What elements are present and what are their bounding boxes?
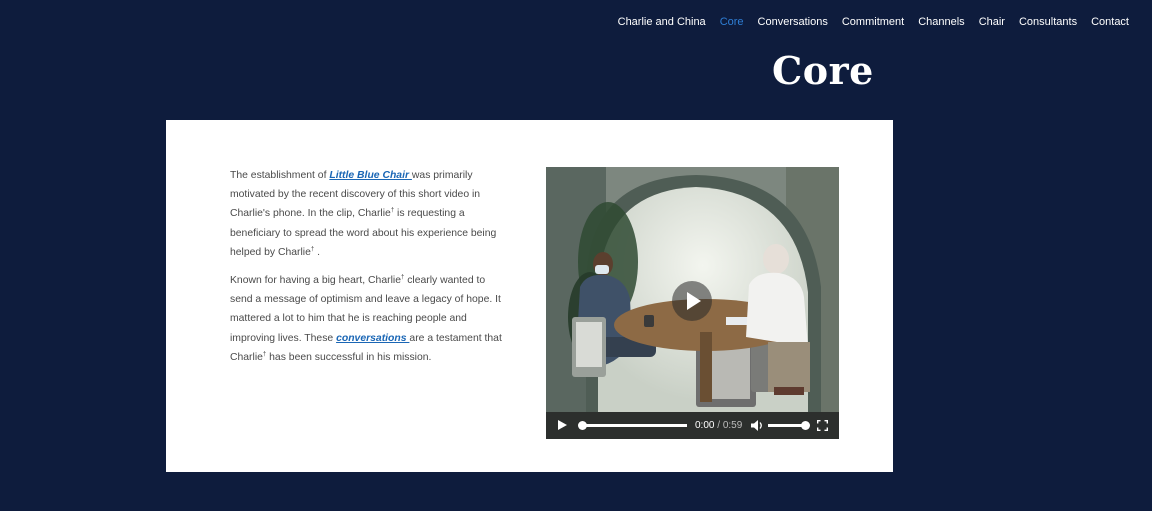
play-icon[interactable] bbox=[558, 420, 567, 430]
main-nav: Charlie and China Core Conversations Com… bbox=[611, 14, 1136, 30]
nav-item-conversations[interactable]: Conversations bbox=[751, 14, 835, 30]
nav-item-commitment[interactable]: Commitment bbox=[835, 14, 911, 30]
fullscreen-icon[interactable] bbox=[817, 420, 828, 431]
text-segment: The establishment of bbox=[230, 170, 330, 181]
nav-item-core[interactable]: Core bbox=[713, 14, 751, 30]
time-display: 0:00 / 0:59 bbox=[695, 419, 742, 432]
big-play-icon[interactable] bbox=[672, 281, 712, 321]
intro-paragraph-1: The establishment of Little Blue Chair w… bbox=[230, 166, 510, 262]
time-separator: / bbox=[714, 420, 723, 431]
nav-item-charlie-and-china[interactable]: Charlie and China bbox=[611, 14, 713, 30]
video-player[interactable]: 0:00 / 0:59 bbox=[546, 167, 839, 439]
video-controls: 0:00 / 0:59 bbox=[546, 412, 839, 439]
little-blue-chair-link[interactable]: Little Blue Chair bbox=[329, 170, 412, 181]
nav-item-chair[interactable]: Chair bbox=[972, 14, 1012, 30]
progress-bar[interactable] bbox=[578, 421, 687, 430]
nav-item-consultants[interactable]: Consultants bbox=[1012, 14, 1084, 30]
duration: 0:59 bbox=[722, 420, 743, 431]
intro-text: The establishment of Little Blue Chair w… bbox=[230, 166, 510, 376]
progress-handle[interactable] bbox=[578, 421, 587, 430]
text-segment: has been successful in his mission. bbox=[266, 351, 432, 363]
page-title: Core bbox=[772, 48, 874, 93]
intro-paragraph-2: Known for having a big heart, Charlie† c… bbox=[230, 271, 510, 367]
nav-item-contact[interactable]: Contact bbox=[1084, 14, 1136, 30]
conversations-link[interactable]: conversations bbox=[336, 333, 409, 344]
volume-handle[interactable] bbox=[801, 421, 810, 430]
volume-icon[interactable] bbox=[750, 419, 764, 432]
text-segment: . bbox=[314, 246, 320, 258]
text-segment: Known for having a big heart, Charlie bbox=[230, 275, 401, 287]
nav-item-channels[interactable]: Channels bbox=[911, 14, 971, 30]
content-card: The establishment of Little Blue Chair w… bbox=[166, 120, 893, 472]
current-time: 0:00 bbox=[695, 420, 715, 431]
volume-slider[interactable] bbox=[768, 421, 810, 430]
